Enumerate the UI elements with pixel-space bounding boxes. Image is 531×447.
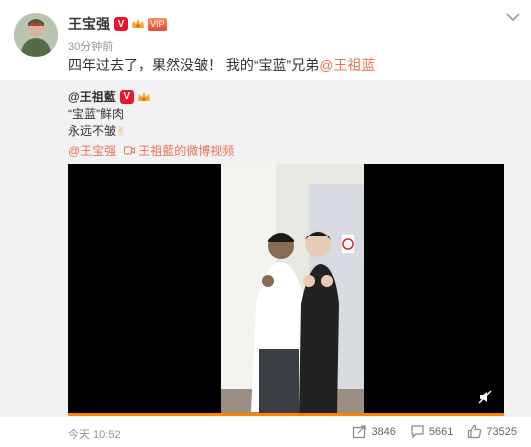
video-player[interactable]	[68, 164, 504, 416]
author-name[interactable]: 王宝强	[68, 14, 110, 34]
video-link-label: 王祖藍的微博视频	[138, 144, 235, 158]
progress-track[interactable]	[68, 413, 504, 416]
avatar-image	[14, 13, 58, 57]
chevron-down-icon[interactable]	[506, 12, 520, 22]
author-row: 王宝强 V VIP	[68, 14, 167, 34]
repost-links: @王宝强 王祖藍的微博视频	[68, 142, 234, 159]
post-footer: 今天 10:52 3846 5661 73525	[0, 417, 531, 447]
repost-mention-link[interactable]: @王宝强	[68, 142, 116, 159]
post-time[interactable]: 30分钟前	[68, 38, 113, 54]
post-text-body: 四年过去了，果然没皱！ 我的“宝蓝”兄弟	[68, 57, 320, 73]
repost-author-row: @王祖藍 V	[68, 88, 152, 105]
like-button[interactable]: 73525	[467, 424, 517, 439]
video-link[interactable]: 王祖藍的微博视频	[124, 142, 234, 159]
repost-line-2: 永远不皱✌	[68, 123, 126, 139]
comment-count: 5661	[428, 425, 454, 438]
comment-icon	[411, 425, 424, 439]
like-count: 73525	[486, 425, 517, 438]
victory-hand-icon: ✌	[116, 124, 127, 138]
repost-line-2-text: 永远不皱	[68, 124, 117, 138]
repost-author-name[interactable]: @王祖藍	[68, 88, 116, 105]
vip-badge: VIP	[148, 17, 167, 31]
repost-line-1: “宝蓝”鲜肉	[68, 107, 124, 121]
footer-time[interactable]: 今天 10:52	[68, 426, 121, 442]
repost-count: 3846	[371, 425, 396, 438]
video-camera-icon	[124, 146, 136, 155]
video-frame-image	[221, 164, 364, 416]
verified-icon: V	[119, 89, 134, 104]
post-text: 四年过去了，果然没皱！ 我的“宝蓝”兄弟@王祖蓝	[68, 56, 375, 74]
mute-icon[interactable]	[478, 390, 492, 404]
verified-icon: V	[114, 17, 128, 31]
footer-actions: 3846 5661 73525	[352, 424, 517, 439]
repost-button[interactable]: 3846	[352, 424, 396, 439]
comment-button[interactable]: 5661	[410, 424, 453, 439]
thumbs-up-icon	[468, 424, 482, 439]
crown-icon	[137, 91, 150, 101]
progress-fill	[68, 413, 504, 416]
post-mention-link[interactable]: @王祖蓝	[319, 57, 375, 73]
repost-card: @王祖藍 V “宝蓝”鲜肉 永远不皱✌ @王宝强 王祖藍的微博视频	[0, 80, 531, 417]
share-icon	[353, 425, 367, 439]
avatar[interactable]	[14, 13, 58, 57]
crown-icon	[132, 19, 144, 28]
